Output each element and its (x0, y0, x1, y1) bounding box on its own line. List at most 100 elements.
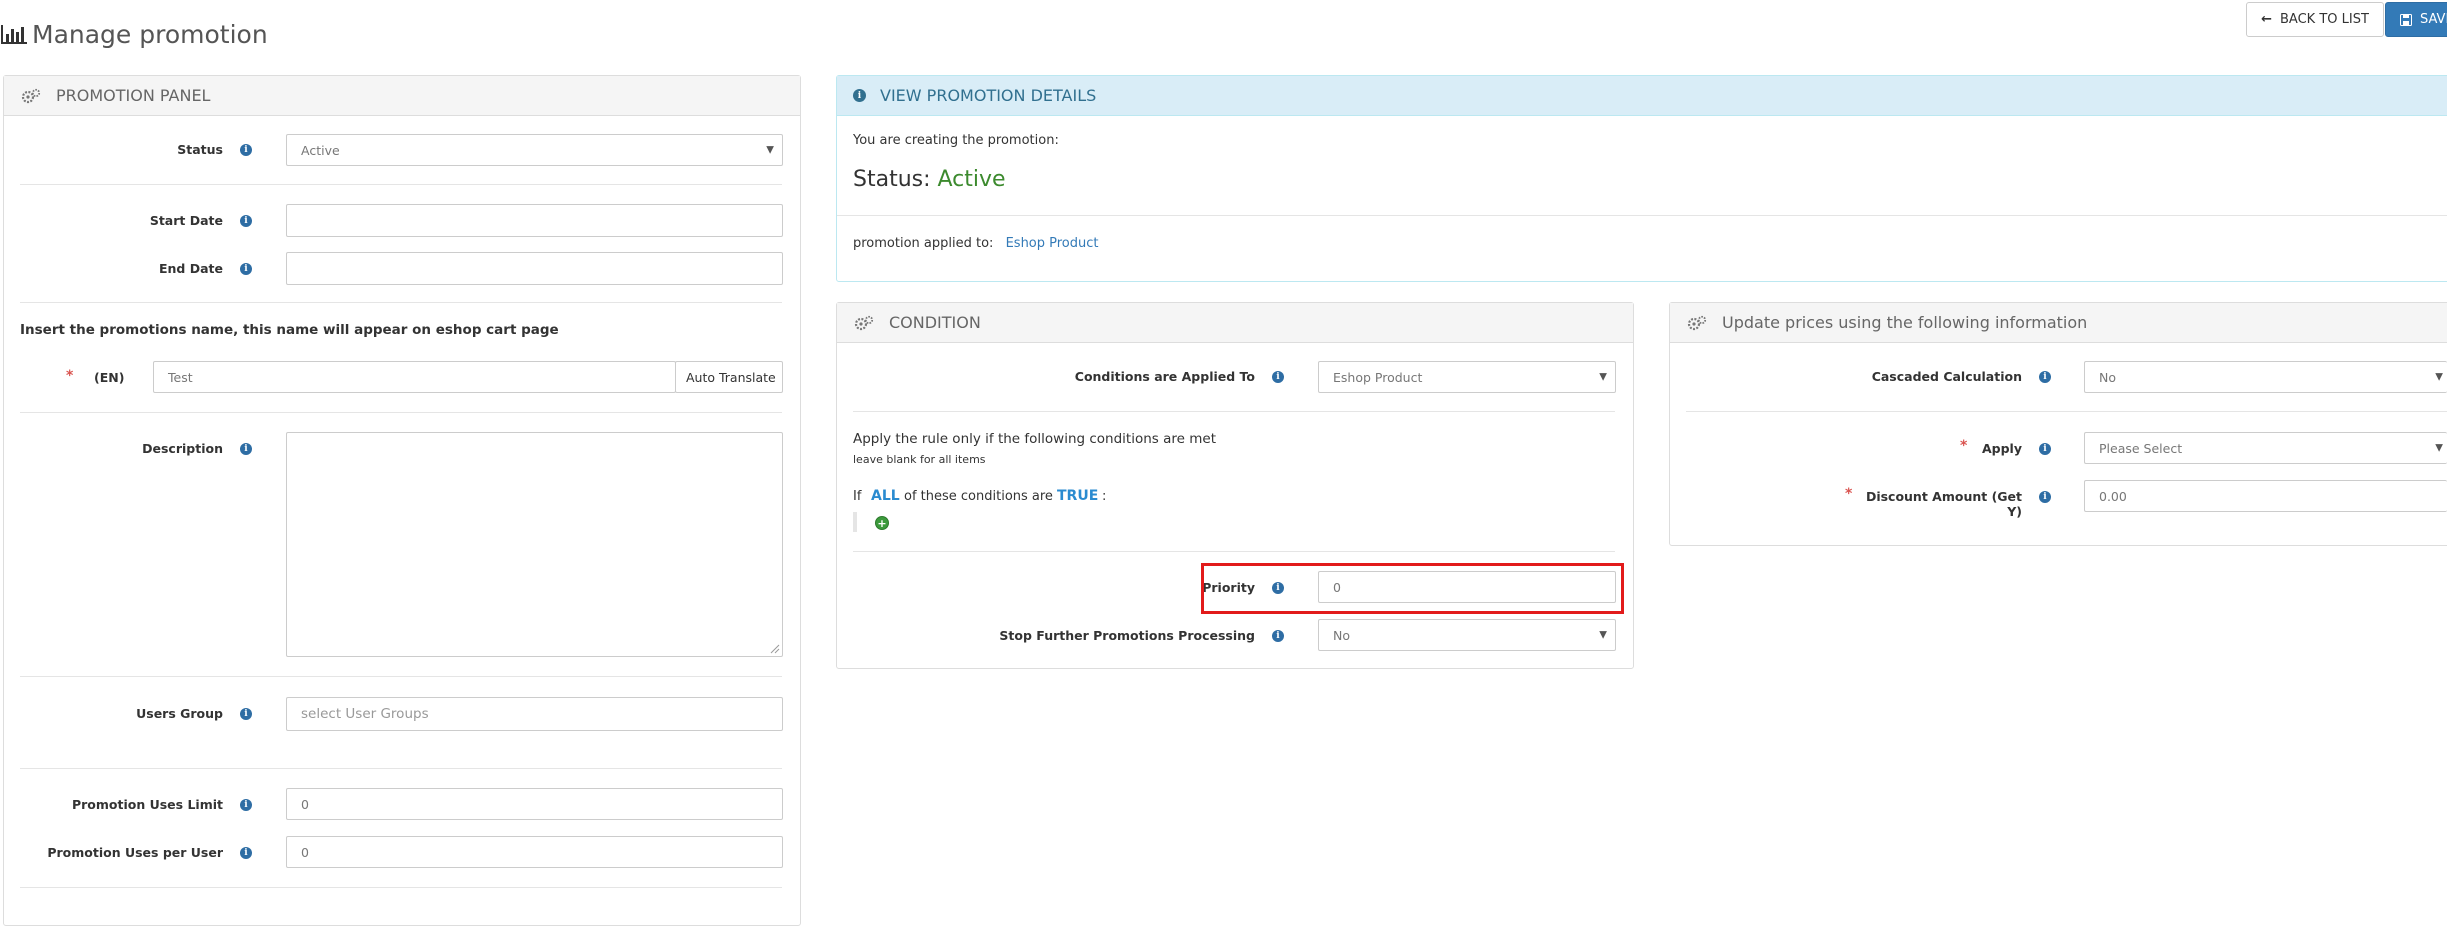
discount-amount-label: Discount Amount (Get Y) (1865, 489, 2022, 519)
divider (20, 887, 782, 888)
required-asterisk: * (66, 368, 74, 384)
status-heading-value: Active (937, 167, 1006, 192)
promotion-panel-header: PROMOTION PANEL (4, 76, 800, 116)
creating-text: You are creating the promotion: (853, 133, 1059, 148)
info-icon[interactable]: i (240, 799, 252, 811)
users-group-label: Users Group (136, 706, 223, 721)
divider (837, 215, 2447, 216)
caret-down-icon: ▼ (766, 144, 774, 156)
info-icon[interactable]: i (240, 263, 252, 275)
description-textarea[interactable] (286, 432, 783, 657)
divider (20, 768, 782, 769)
conditions-applied-to-value: Eshop Product (1333, 369, 1423, 385)
save-button[interactable]: SAVE (2385, 2, 2447, 37)
condition-tree-line (853, 512, 857, 532)
info-icon[interactable]: i (240, 847, 252, 859)
caret-down-icon: ▼ (2435, 442, 2443, 454)
divider (1686, 411, 2447, 412)
add-condition-icon[interactable]: + (875, 516, 889, 530)
info-icon[interactable]: i (2039, 443, 2051, 455)
priority-highlight-box (1201, 563, 1624, 614)
info-icon[interactable]: i (1272, 630, 1284, 642)
colon-text: : (1102, 489, 1107, 504)
divider (853, 411, 1615, 412)
if-text: If (853, 489, 862, 504)
info-icon[interactable]: i (240, 215, 252, 227)
end-date-label: End Date (158, 261, 223, 276)
apply-label: Apply (1981, 441, 2022, 456)
uses-limit-value: 0 (301, 796, 309, 812)
update-prices-header: Update prices using the following inform… (1670, 303, 2447, 343)
save-label: SAVE (2420, 12, 2447, 27)
stop-processing-value: No (1333, 627, 1350, 643)
stop-processing-label: Stop Further Promotions Processing (999, 628, 1255, 643)
update-prices-title: Update prices using the following inform… (1722, 313, 2088, 332)
start-date-input[interactable] (286, 204, 783, 237)
status-heading-prefix: Status: (853, 167, 931, 192)
users-group-select[interactable]: select User Groups (286, 697, 783, 731)
condition-title: CONDITION (889, 313, 981, 332)
info-circle-icon: i (853, 89, 866, 102)
gears-icon (1687, 315, 1707, 330)
end-date-input[interactable] (286, 252, 783, 285)
uses-limit-label: Promotion Uses Limit (71, 797, 223, 812)
resize-handle-icon[interactable] (770, 644, 780, 654)
discount-amount-input[interactable]: 0.00 (2084, 480, 2447, 512)
status-heading: Status: Active (853, 167, 1006, 192)
info-icon[interactable]: i (240, 144, 252, 156)
description-label: Description (142, 441, 223, 456)
back-to-list-label: BACK TO LIST (2280, 12, 2369, 27)
info-icon[interactable]: i (240, 443, 252, 455)
info-icon[interactable]: i (1272, 371, 1284, 383)
cascaded-select[interactable]: No ▼ (2084, 361, 2447, 393)
info-icon[interactable]: i (2039, 491, 2051, 503)
status-select[interactable]: Active ▼ (286, 134, 783, 166)
rule-hint: leave blank for all items (853, 453, 986, 466)
all-toggle[interactable]: ALL (871, 488, 900, 504)
page-title: Manage promotion (0, 16, 268, 52)
view-details-header: i VIEW PROMOTION DETAILS (837, 76, 2447, 116)
divider (20, 184, 782, 185)
uses-limit-input[interactable]: 0 (286, 788, 783, 820)
apply-value: Please Select (2099, 440, 2183, 456)
arrow-left-icon: ← (2261, 12, 2272, 27)
applied-to-label: promotion applied to: (853, 236, 994, 251)
applied-to-link[interactable]: Eshop Product (1006, 236, 1099, 251)
rule-text: Apply the rule only if the following con… (853, 431, 1216, 447)
status-label: Status (177, 142, 223, 157)
back-to-list-button[interactable]: ← BACK TO LIST (2246, 2, 2384, 37)
page-title-text: Manage promotion (32, 19, 268, 49)
name-instruction: Insert the promotions name, this name wi… (20, 322, 559, 338)
condition-header: CONDITION (837, 303, 1633, 343)
gears-icon (854, 315, 874, 330)
true-toggle[interactable]: TRUE (1057, 488, 1098, 504)
caret-down-icon: ▼ (2435, 371, 2443, 383)
auto-translate-button[interactable]: Auto Translate (675, 361, 783, 393)
divider (20, 302, 782, 303)
users-group-placeholder: select User Groups (301, 706, 429, 722)
caret-down-icon: ▼ (1599, 371, 1607, 383)
applied-to-row: promotion applied to: Eshop Product (853, 236, 1099, 251)
bar-chart-icon (1, 25, 27, 44)
conditions-applied-to-label: Conditions are Applied To (1074, 369, 1255, 384)
start-date-label: Start Date (149, 213, 223, 228)
auto-translate-label: Auto Translate (686, 369, 776, 385)
required-asterisk: * (1845, 486, 1853, 502)
cascaded-value: No (2099, 369, 2116, 385)
uses-per-user-value: 0 (301, 844, 309, 860)
info-icon[interactable]: i (240, 708, 252, 720)
promotion-panel-title: PROMOTION PANEL (56, 86, 211, 105)
uses-per-user-label: Promotion Uses per User (47, 845, 223, 860)
discount-amount-value: 0.00 (2099, 488, 2127, 504)
gears-icon (21, 88, 41, 103)
name-en-input[interactable]: Test (153, 361, 676, 393)
of-conditions-text: of these conditions are (904, 489, 1053, 504)
conditions-applied-to-select[interactable]: Eshop Product ▼ (1318, 361, 1616, 393)
info-icon[interactable]: i (2039, 371, 2051, 383)
cascaded-label: Cascaded Calculation (1871, 369, 2022, 384)
stop-processing-select[interactable]: No ▼ (1318, 619, 1616, 651)
caret-down-icon: ▼ (1599, 629, 1607, 641)
apply-select[interactable]: Please Select ▼ (2084, 432, 2447, 464)
uses-per-user-input[interactable]: 0 (286, 836, 783, 868)
name-lang-label: (EN) (94, 370, 125, 385)
